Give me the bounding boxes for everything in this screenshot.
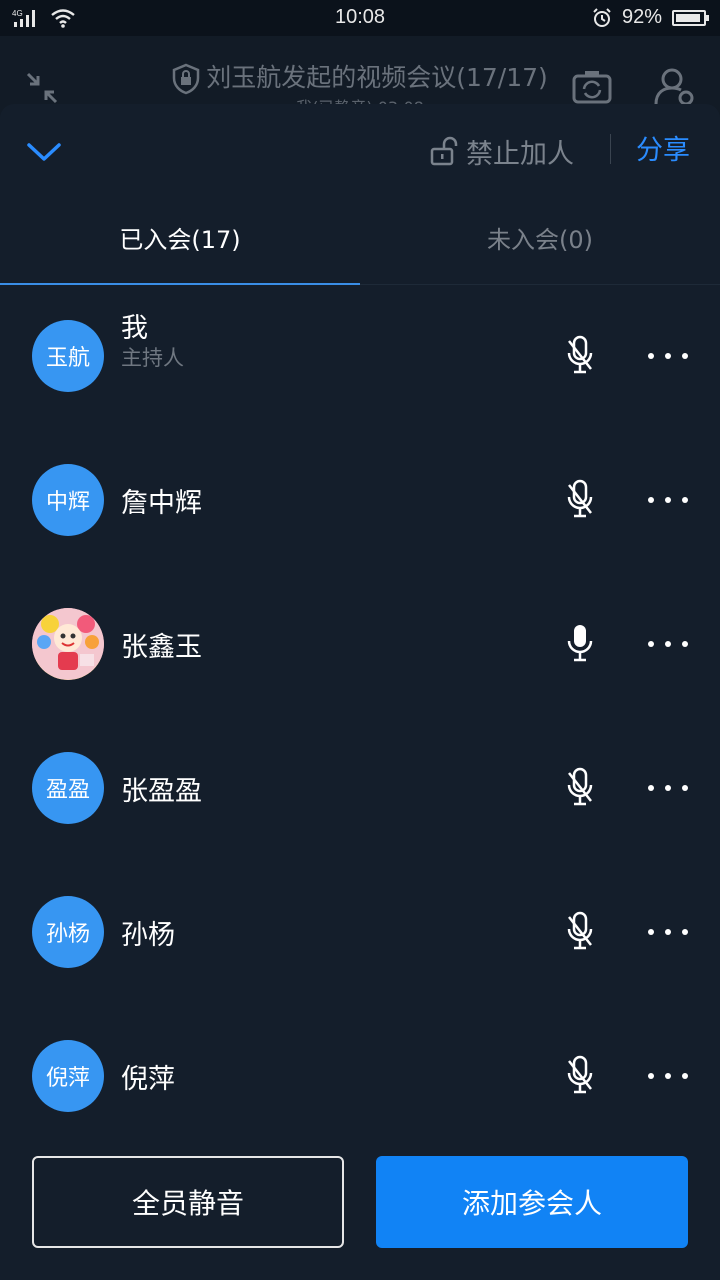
mic-muted-icon[interactable] <box>564 1055 596 1095</box>
unlock-icon <box>430 136 458 166</box>
avatar: 盈盈 <box>32 752 104 824</box>
lock-meeting-button[interactable]: 禁止加人 <box>430 130 574 172</box>
lock-label: 禁止加人 <box>466 138 574 170</box>
participants-sheet: 禁止加人 分享 已入会(17) 未入会(0) 玉航 我 主持人 中辉 詹中辉 张… <box>0 104 720 1280</box>
participant-name: 张盈盈 <box>121 776 202 807</box>
divider <box>610 134 611 164</box>
list-item[interactable]: 倪萍 倪萍 <box>0 1004 720 1148</box>
collapse-button[interactable] <box>22 130 66 174</box>
tab-joined[interactable]: 已入会(17) <box>0 200 360 284</box>
status-bar: 4G 10:08 92% <box>0 0 720 36</box>
shield-icon <box>172 63 200 95</box>
more-options-icon[interactable] <box>648 920 688 944</box>
more-options-icon[interactable] <box>648 488 688 512</box>
mute-all-button[interactable]: 全员静音 <box>32 1156 344 1248</box>
meeting-title: 刘玉航发起的视频会议(17/17) <box>206 63 548 92</box>
tab-not-joined[interactable]: 未入会(0) <box>360 200 720 284</box>
meeting-title-row: 刘玉航发起的视频会议(17/17) <box>0 58 720 95</box>
participant-tabs: 已入会(17) 未入会(0) <box>0 200 720 285</box>
mic-muted-icon[interactable] <box>564 335 596 375</box>
mic-muted-icon[interactable] <box>564 911 596 951</box>
avatar: 玉航 <box>32 320 104 392</box>
participant-name: 孙杨 <box>121 920 175 951</box>
participant-settings-icon[interactable] <box>654 66 696 108</box>
chevron-down-icon <box>27 143 61 161</box>
mic-muted-icon[interactable] <box>564 479 596 519</box>
cartoon-avatar-icon <box>32 608 104 680</box>
mic-icon[interactable] <box>564 623 596 663</box>
list-item[interactable]: 玉航 我 主持人 <box>0 284 720 428</box>
avatar: 孙杨 <box>32 896 104 968</box>
more-options-icon[interactable] <box>648 344 688 368</box>
participant-name: 詹中辉 <box>121 488 202 519</box>
bottom-action-bar: 全员静音 添加参会人 <box>0 1152 720 1280</box>
add-participant-button[interactable]: 添加参会人 <box>376 1156 688 1248</box>
list-item[interactable]: 盈盈 张盈盈 <box>0 716 720 860</box>
alarm-icon <box>593 7 611 27</box>
participant-name: 我 <box>121 313 148 344</box>
sheet-top-bar: 禁止加人 分享 <box>0 104 720 200</box>
list-item[interactable]: 中辉 詹中辉 <box>0 428 720 572</box>
mic-muted-icon[interactable] <box>564 767 596 807</box>
more-options-icon[interactable] <box>648 1064 688 1088</box>
avatar-photo <box>32 608 104 680</box>
participant-role: 主持人 <box>121 346 184 370</box>
battery-percent: 92% <box>621 6 662 28</box>
list-item[interactable]: 孙杨 孙杨 <box>0 860 720 1004</box>
switch-camera-icon[interactable] <box>572 70 612 104</box>
participant-name: 张鑫玉 <box>121 632 202 663</box>
more-options-icon[interactable] <box>648 776 688 800</box>
more-options-icon[interactable] <box>648 632 688 656</box>
participant-name: 倪萍 <box>121 1064 175 1095</box>
avatar: 倪萍 <box>32 1040 104 1112</box>
avatar: 中辉 <box>32 464 104 536</box>
participant-list: 玉航 我 主持人 中辉 詹中辉 张鑫玉 盈盈 张盈盈 孙杨 孙杨 倪萍 倪萍 <box>0 284 720 1148</box>
share-button[interactable]: 分享 <box>636 130 690 172</box>
battery-icon <box>672 9 709 26</box>
list-item[interactable]: 张鑫玉 <box>0 572 720 716</box>
